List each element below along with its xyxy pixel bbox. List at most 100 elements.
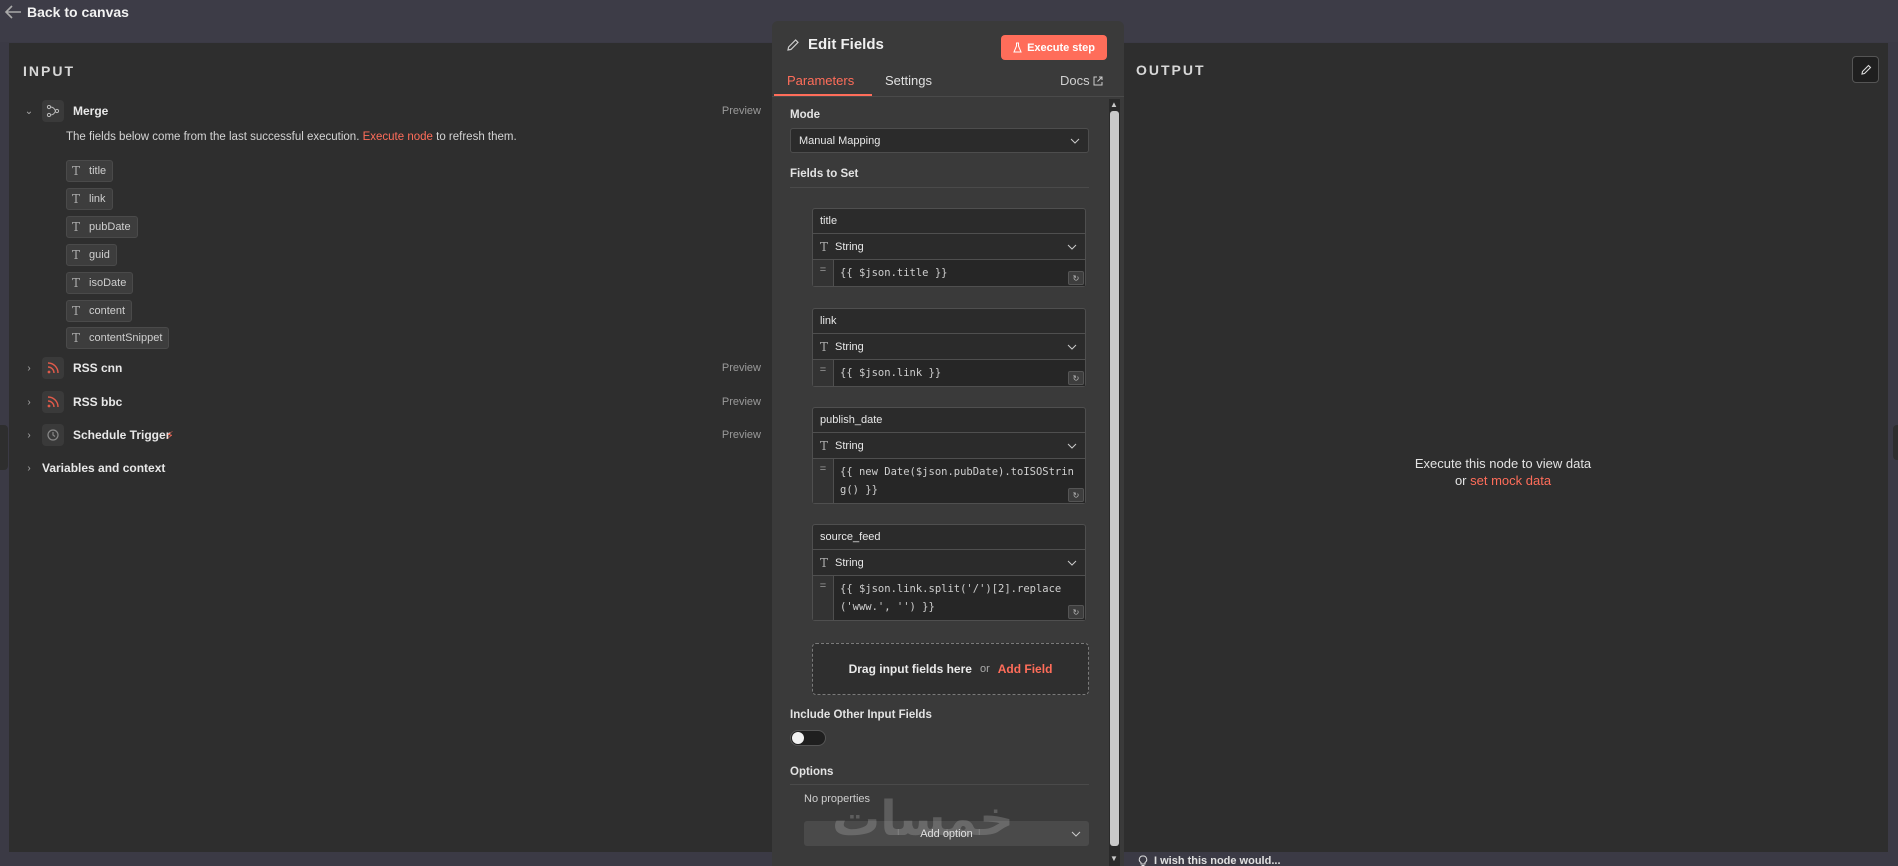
input-field-chip[interactable]: Ttitle (66, 160, 114, 182)
tree-node-merge[interactable]: ⌄ Merge Preview (9, 97, 773, 125)
chevron-right-icon[interactable]: › (23, 363, 35, 374)
edit-fields-panel: Edit Fields Execute step Parameters Sett… (772, 21, 1124, 866)
node-label-merge: Merge (73, 104, 109, 118)
assignment-type-value: String (835, 439, 864, 452)
execute-step-label: Execute step (1027, 41, 1095, 54)
text-type-icon: T (72, 331, 81, 345)
arrow-left-icon (4, 5, 21, 19)
input-field-chip[interactable]: Tcontent (66, 300, 133, 322)
text-type-icon: T (820, 239, 829, 254)
scroll-up-icon[interactable]: ▲ (1110, 100, 1118, 109)
assignment-name-input[interactable]: title (813, 209, 1085, 234)
execute-step-button[interactable]: Execute step (1001, 35, 1107, 60)
assignment-type-select[interactable]: T String (813, 234, 1085, 260)
mode-select[interactable]: Manual Mapping (790, 128, 1089, 153)
assignment-value-input[interactable]: {{ $json.link.split('/')[2].replace('www… (833, 576, 1085, 620)
execute-node-link[interactable]: Execute node (363, 131, 433, 143)
chevron-right-icon[interactable]: › (23, 397, 35, 408)
toggle-knob (792, 732, 804, 744)
assignment-publish-date: publish_date T String = {{ new Date($jso… (812, 407, 1086, 504)
assignment-name-input[interactable]: publish_date (813, 408, 1085, 433)
flask-icon (1013, 42, 1022, 53)
text-type-icon: T (820, 438, 829, 453)
assignment-value: = {{ $json.title }} ↻ (813, 260, 1085, 286)
text-type-icon: T (72, 220, 81, 234)
preview-button-rss-bbc[interactable]: Preview (722, 396, 761, 408)
add-field-dropzone[interactable]: Drag input fields here or Add Field (812, 643, 1089, 695)
set-mock-data-link[interactable]: set mock data (1470, 473, 1551, 488)
chevron-down-icon[interactable]: ⌄ (23, 106, 35, 117)
input-field-chip[interactable]: Tguid (66, 244, 117, 266)
watermark: خمسات (832, 793, 1014, 846)
tab-parameters[interactable]: Parameters (787, 73, 854, 88)
back-to-canvas-label: Back to canvas (27, 4, 129, 20)
chevron-down-icon (1067, 344, 1077, 350)
reset-value-icon[interactable]: ↻ (1068, 371, 1084, 385)
input-field-chip[interactable]: TpubDate (66, 216, 138, 238)
tree-node-rss-cnn[interactable]: › RSS cnn Preview (9, 354, 773, 382)
chevron-down-icon (1067, 560, 1077, 566)
reset-value-icon[interactable]: ↻ (1068, 605, 1084, 619)
docs-label: Docs (1060, 73, 1090, 88)
preview-button-schedule-trigger[interactable]: Preview (722, 429, 761, 441)
rss-icon (42, 357, 64, 379)
assignment-title: title T String = {{ $json.title }} ↻ (812, 208, 1086, 287)
tab-docs[interactable]: Docs (1060, 73, 1103, 88)
assignment-source-feed: source_feed T String = {{ $json.link.spl… (812, 524, 1086, 621)
lightbulb-icon (1138, 855, 1148, 866)
text-type-icon: T (72, 276, 81, 290)
mode-select-value: Manual Mapping (799, 134, 881, 147)
reset-value-icon[interactable]: ↻ (1068, 271, 1084, 285)
tree-node-variables-context[interactable]: › Variables and context (9, 454, 773, 482)
panel-scrollbar[interactable]: ▲ ▼ (1109, 99, 1120, 866)
assignment-value: = {{ $json.link.split('/')[2].replace('w… (813, 576, 1085, 620)
node-label-schedule-trigger: Schedule Trigger (73, 428, 171, 442)
edit-output-button[interactable] (1852, 56, 1879, 83)
text-type-icon: T (72, 248, 81, 262)
assignment-value-input[interactable]: {{ new Date($json.pubDate).toISOString()… (833, 459, 1085, 503)
chevron-right-icon[interactable]: › (23, 463, 35, 474)
input-field-chip[interactable]: TcontentSnippet (66, 327, 170, 349)
right-collapse-tab[interactable] (1893, 425, 1898, 460)
add-field-button[interactable]: Add Field (998, 662, 1053, 676)
input-field-chip[interactable]: TisoDate (66, 272, 134, 294)
dropzone-or: or (979, 663, 990, 675)
equals-icon: = (813, 360, 833, 386)
scrollbar-thumb[interactable] (1110, 111, 1119, 846)
hint-text-after: to refresh them. (436, 131, 517, 143)
assignment-value-input[interactable]: {{ $json.title }} (833, 260, 1085, 286)
tab-settings[interactable]: Settings (885, 73, 932, 88)
assignment-type-select[interactable]: T String (813, 334, 1085, 360)
chevron-down-icon (1071, 831, 1081, 837)
mode-label: Mode (790, 109, 821, 121)
left-collapse-tab[interactable] (0, 425, 8, 470)
input-panel: INPUT ⌄ Merge Preview The fields below c… (9, 43, 773, 852)
hint-text-before: The fields below come from the last succ… (66, 131, 360, 143)
output-panel-title: OUTPUT (1136, 62, 1206, 78)
assignment-type-select[interactable]: T String (813, 433, 1085, 459)
text-type-icon: T (72, 164, 81, 178)
assignment-type-value: String (835, 240, 864, 253)
feedback-text: I wish this node would... (1154, 855, 1281, 866)
assignment-name-input[interactable]: source_feed (813, 525, 1085, 550)
chevron-right-icon[interactable]: › (23, 430, 35, 441)
node-label-rss-cnn: RSS cnn (73, 361, 123, 375)
output-empty-line1: Execute this node to view data (1414, 456, 1592, 471)
node-title[interactable]: Edit Fields (786, 36, 884, 53)
preview-button-merge[interactable]: Preview (722, 105, 761, 117)
back-to-canvas-button[interactable]: Back to canvas (4, 4, 129, 20)
assignment-name-input[interactable]: link (813, 309, 1085, 334)
tree-node-schedule-trigger[interactable]: › Schedule Trigger ⚡ Preview (9, 421, 773, 449)
assignment-value-input[interactable]: {{ $json.link }} (833, 360, 1085, 386)
merge-icon (42, 100, 64, 122)
assignment-type-select[interactable]: T String (813, 550, 1085, 576)
scroll-down-icon[interactable]: ▼ (1110, 854, 1118, 863)
equals-icon: = (813, 459, 833, 503)
preview-button-rss-cnn[interactable]: Preview (722, 362, 761, 374)
tree-node-rss-bbc[interactable]: › RSS bbc Preview (9, 388, 773, 416)
reset-value-icon[interactable]: ↻ (1068, 488, 1084, 502)
feedback-link[interactable]: I wish this node would... (1138, 855, 1281, 866)
include-other-fields-toggle[interactable] (790, 730, 826, 746)
input-field-chip[interactable]: Tlink (66, 188, 113, 210)
output-empty-or: or (1454, 473, 1467, 488)
